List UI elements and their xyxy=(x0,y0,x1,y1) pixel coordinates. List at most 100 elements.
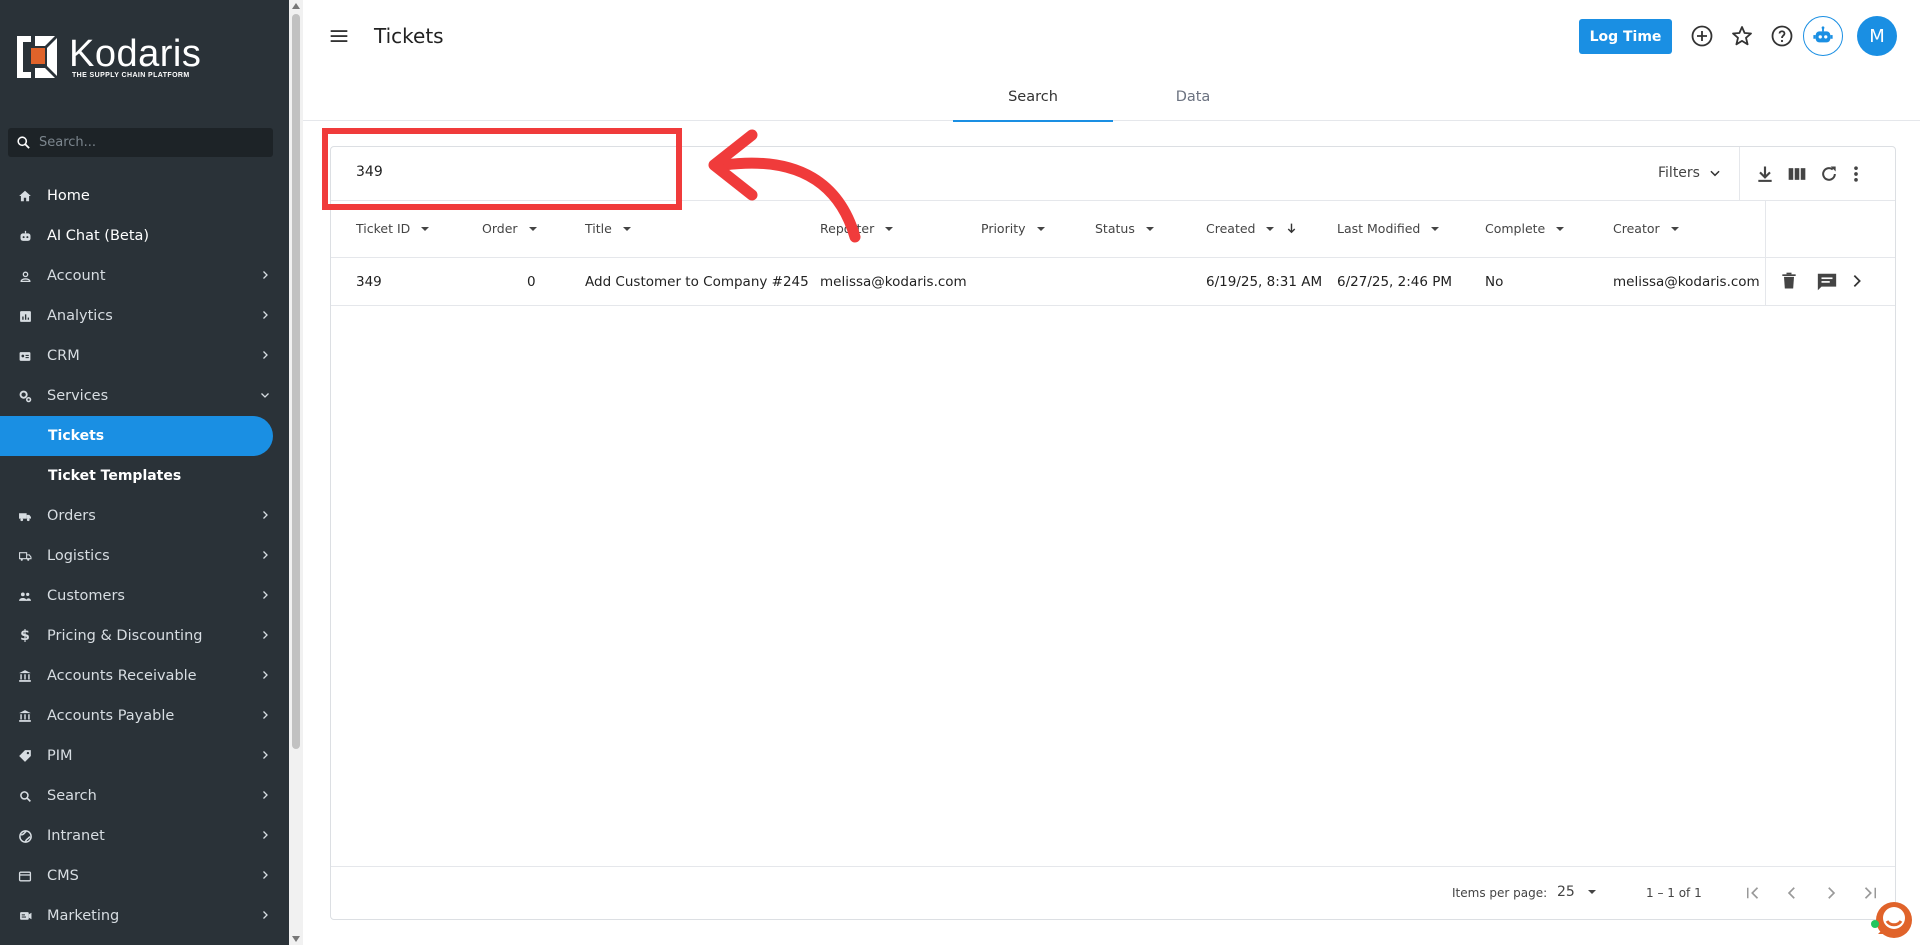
ai-assistant-button[interactable] xyxy=(1803,16,1843,56)
sidebar-search-input[interactable] xyxy=(39,135,259,150)
sidebar-item-orders[interactable]: Orders xyxy=(0,496,289,536)
chevron-right-icon xyxy=(263,871,268,879)
help-icon[interactable] xyxy=(1770,24,1794,48)
sidebar-item-label: Home xyxy=(47,188,90,204)
previous-page-icon[interactable] xyxy=(1783,884,1801,902)
sidebar-item-label: PIM xyxy=(47,748,73,764)
download-icon[interactable] xyxy=(1755,164,1775,184)
sidebar-item-ai-chat[interactable]: AI Chat (Beta) xyxy=(0,216,289,256)
sidebar-item-label: Accounts Payable xyxy=(47,708,175,724)
sidebar-item-customers[interactable]: Customers xyxy=(0,576,289,616)
chevron-right-icon xyxy=(263,311,268,319)
sidebar-item-label: CMS xyxy=(47,868,79,884)
star-icon[interactable] xyxy=(1730,24,1754,48)
sidebar-item-services[interactable]: Services xyxy=(0,376,289,416)
items-per-page-select[interactable]: 25 xyxy=(1557,884,1597,900)
delete-icon[interactable] xyxy=(1779,271,1799,291)
sidebar-item-account[interactable]: Account xyxy=(0,256,289,296)
column-label: Order xyxy=(482,221,518,236)
chevron-right-icon xyxy=(263,791,268,799)
kodaris-logo[interactable]: Kodaris THE SUPPLY CHAIN PLATFORM xyxy=(17,34,201,80)
chevron-right-icon[interactable] xyxy=(1849,273,1865,289)
annotation-arrow-icon xyxy=(708,129,861,243)
sidebar-item-label: Analytics xyxy=(47,308,113,324)
user-avatar[interactable]: M xyxy=(1857,16,1897,56)
more-options-icon[interactable] xyxy=(1846,164,1866,184)
tab-search[interactable]: Search xyxy=(953,72,1113,122)
sort-caret-icon xyxy=(421,226,430,231)
column-label: Title xyxy=(585,221,612,236)
sidebar-item-pim[interactable]: PIM xyxy=(0,736,289,776)
sidebar-item-logistics[interactable]: Logistics xyxy=(0,536,289,576)
robot-icon xyxy=(1813,26,1833,43)
sidebar-item-label: Marketing xyxy=(47,908,120,924)
dropdown-caret-icon xyxy=(1587,890,1596,894)
sort-caret-icon xyxy=(528,226,537,231)
sidebar-item-marketing[interactable]: Marketing xyxy=(0,896,289,936)
sidebar-item-search[interactable]: Search xyxy=(0,776,289,816)
column-header-priority[interactable]: Priority xyxy=(981,221,1046,236)
next-page-icon[interactable] xyxy=(1822,884,1840,902)
sidebar-scrollbar[interactable] xyxy=(289,0,303,945)
column-header-complete[interactable]: Complete xyxy=(1485,221,1565,236)
globe-icon xyxy=(17,828,33,844)
column-header-created[interactable]: Created xyxy=(1206,221,1298,236)
chevron-down-icon xyxy=(261,393,269,398)
scroll-down-arrow-icon[interactable] xyxy=(292,935,300,943)
annotation-highlight-box xyxy=(322,128,682,210)
sidebar-item-home[interactable]: Home xyxy=(0,176,289,216)
toolbar-divider xyxy=(1739,147,1740,201)
tab-data[interactable]: Data xyxy=(1113,72,1273,121)
kodaris-logo-mark-icon xyxy=(17,36,59,78)
dollar-icon: $ xyxy=(20,628,30,644)
chevron-right-icon xyxy=(263,831,268,839)
sidebar-item-label: AI Chat (Beta) xyxy=(47,228,150,244)
columns-icon[interactable] xyxy=(1787,164,1807,184)
sidebar-item-pricing[interactable]: $ Pricing & Discounting xyxy=(0,616,289,656)
sidebar-search xyxy=(8,128,273,157)
column-header-status[interactable]: Status xyxy=(1095,221,1155,236)
support-chat-widget[interactable] xyxy=(1868,896,1914,942)
cell-order: 0 xyxy=(527,274,536,290)
add-circle-icon[interactable] xyxy=(1690,24,1714,48)
sidebar-item-accounts-receivable[interactable]: Accounts Receivable xyxy=(0,656,289,696)
table-row[interactable]: 349 0 Add Customer to Company #245 melis… xyxy=(331,258,1895,306)
column-header-order[interactable]: Order xyxy=(482,221,538,236)
items-per-page-value: 25 xyxy=(1557,884,1575,900)
search-icon xyxy=(17,788,33,804)
cms-icon xyxy=(17,868,33,884)
page-title: Tickets xyxy=(374,24,444,48)
scroll-up-arrow-icon[interactable] xyxy=(292,2,300,10)
truck-icon xyxy=(17,508,33,524)
sidebar-item-label: Services xyxy=(47,388,109,404)
log-time-button[interactable]: Log Time xyxy=(1579,19,1672,54)
sidebar-item-intranet[interactable]: Intranet xyxy=(0,816,289,856)
sidebar-item-tickets[interactable]: Tickets xyxy=(0,416,273,456)
sort-caret-icon xyxy=(1036,226,1045,231)
sidebar-item-label: Tickets xyxy=(48,428,105,444)
first-page-icon[interactable] xyxy=(1744,884,1762,902)
contact-card-icon xyxy=(17,348,33,364)
sort-caret-icon xyxy=(885,226,894,231)
column-header-creator[interactable]: Creator xyxy=(1613,221,1680,236)
chevron-right-icon xyxy=(263,591,268,599)
items-per-page-label: Items per page: xyxy=(1452,886,1548,900)
bank-icon xyxy=(17,668,33,684)
cell-last-modified: 6/27/25, 2:46 PM xyxy=(1337,274,1453,290)
column-header-last-modified[interactable]: Last Modified xyxy=(1337,221,1440,236)
sidebar-item-analytics[interactable]: Analytics xyxy=(0,296,289,336)
filters-dropdown[interactable]: Filters xyxy=(1658,165,1722,181)
sidebar-item-cms[interactable]: CMS xyxy=(0,856,289,896)
sidebar-item-accounts-payable[interactable]: Accounts Payable xyxy=(0,696,289,736)
column-header-ticket-id[interactable]: Ticket ID xyxy=(356,221,430,236)
hamburger-menu-icon[interactable] xyxy=(329,26,349,46)
refresh-icon[interactable] xyxy=(1819,164,1839,184)
chevron-right-icon xyxy=(263,711,268,719)
sidebar-item-label: Accounts Receivable xyxy=(47,668,197,684)
sidebar-item-crm[interactable]: CRM xyxy=(0,336,289,376)
comment-icon[interactable] xyxy=(1816,271,1838,293)
brand-name: Kodaris xyxy=(69,32,202,75)
sidebar-item-ticket-templates[interactable]: Ticket Templates xyxy=(0,456,289,496)
column-header-title[interactable]: Title xyxy=(585,221,632,236)
scrollbar-thumb[interactable] xyxy=(292,14,300,749)
